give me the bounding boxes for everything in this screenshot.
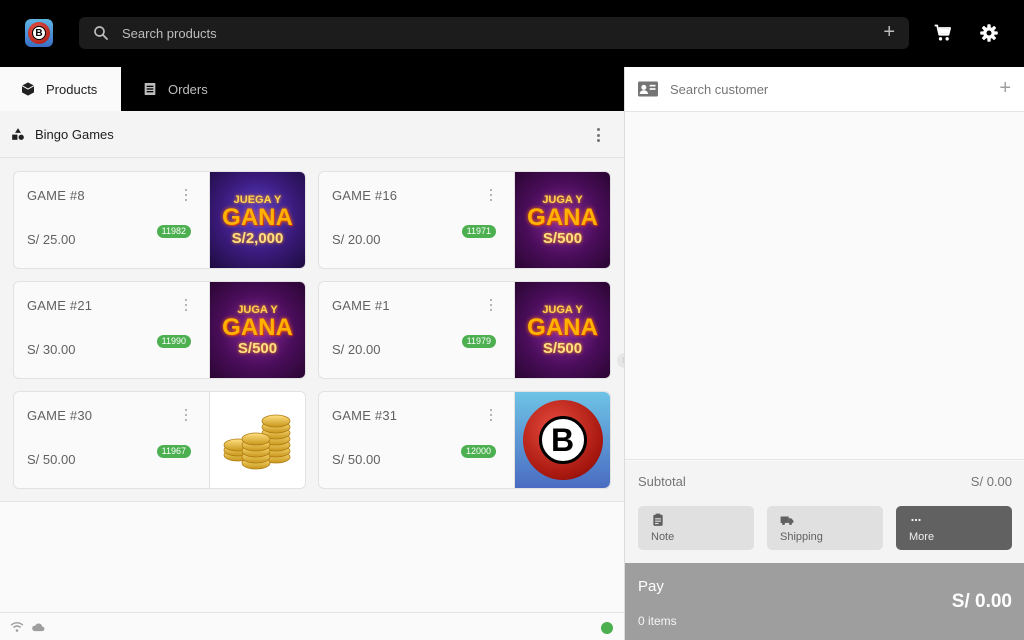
products-panel: Products Orders Bingo Games GAME #8 S/ 2… xyxy=(0,67,624,640)
product-image: B xyxy=(514,392,610,488)
product-card[interactable]: GAME #21 S/ 30.00 11990 JUGA Y GANA S/50… xyxy=(13,281,306,379)
note-label: Note xyxy=(651,531,675,543)
product-name: GAME #30 xyxy=(27,408,93,423)
subtotal-value: S/ 0.00 xyxy=(970,474,1012,489)
tab-bar: Products Orders xyxy=(0,67,624,111)
product-menu-button[interactable] xyxy=(489,189,493,201)
image-text-line3: S/500 xyxy=(542,229,583,247)
product-name: GAME #31 xyxy=(332,408,398,423)
category-header: Bingo Games xyxy=(0,111,624,158)
product-price: S/ 25.00 xyxy=(27,232,76,247)
subtotal-label: Subtotal xyxy=(638,474,686,489)
product-image xyxy=(209,392,305,488)
image-text-line3: S/500 xyxy=(237,339,278,357)
product-name: GAME #1 xyxy=(332,298,390,313)
product-card[interactable]: GAME #8 S/ 25.00 11982 JUEGA Y GANA S/2,… xyxy=(13,171,306,269)
cart-panel: Search customer + Subtotal S/ 0.00 Note … xyxy=(624,67,1024,640)
truck-icon xyxy=(780,516,794,525)
top-bar: B Search products + xyxy=(0,0,1024,67)
product-card[interactable]: GAME #16 S/ 20.00 11971 JUGA Y GANA S/50… xyxy=(318,171,611,269)
product-menu-button[interactable] xyxy=(184,299,188,311)
product-price: S/ 50.00 xyxy=(332,452,381,467)
more-label: More xyxy=(909,531,935,543)
product-menu-button[interactable] xyxy=(184,409,188,421)
product-card[interactable]: GAME #30 S/ 50.00 11967 xyxy=(13,391,306,489)
logo-letter: B xyxy=(32,26,46,40)
product-image: JUGA Y GANA S/500 xyxy=(209,282,305,378)
product-price: S/ 50.00 xyxy=(27,452,76,467)
wifi-icon xyxy=(10,622,24,632)
contact-card-icon xyxy=(638,81,658,97)
stock-badge: 12000 xyxy=(460,445,496,458)
pay-total: S/ 0.00 xyxy=(951,591,1012,612)
pay-button[interactable]: Pay 0 items S/ 0.00 xyxy=(625,563,1024,640)
product-card[interactable]: GAME #1 S/ 20.00 11979 JUGA Y GANA S/500 xyxy=(318,281,611,379)
more-button[interactable]: More xyxy=(896,506,1012,550)
product-menu-button[interactable] xyxy=(489,409,493,421)
stock-badge: 11990 xyxy=(156,335,191,348)
cart-items-list xyxy=(625,112,1024,460)
product-grid: GAME #8 S/ 25.00 11982 JUEGA Y GANA S/2,… xyxy=(0,158,624,502)
image-text-line3: S/500 xyxy=(542,339,583,357)
shipping-label: Shipping xyxy=(780,531,823,543)
tab-products-label: Products xyxy=(46,81,98,97)
shapes-icon xyxy=(12,128,24,140)
box-icon xyxy=(21,82,35,96)
stock-badge: 11971 xyxy=(461,225,496,238)
category-menu-button[interactable] xyxy=(592,126,604,144)
order-summary: Subtotal S/ 0.00 Note Shipping More xyxy=(625,461,1024,563)
stock-badge: 11967 xyxy=(156,445,191,458)
more-icon xyxy=(911,518,921,522)
search-icon xyxy=(94,26,108,40)
product-image: JUGA Y GANA S/500 xyxy=(514,282,610,378)
product-image: JUGA Y GANA S/500 xyxy=(514,172,610,268)
product-name: GAME #16 xyxy=(332,188,398,203)
product-card[interactable]: GAME #31 S/ 50.00 12000 B xyxy=(318,391,611,489)
stock-badge: 11979 xyxy=(461,335,496,348)
category-title: Bingo Games xyxy=(35,127,114,142)
bingo-ball-icon: B xyxy=(28,22,50,44)
gold-coins-icon xyxy=(223,414,290,470)
customer-search-bar[interactable]: Search customer + xyxy=(625,67,1024,112)
tab-orders[interactable]: Orders xyxy=(121,67,241,111)
shipping-button[interactable]: Shipping xyxy=(767,506,883,550)
pos-app: B Search products + Products Orders Bing… xyxy=(0,0,1024,640)
product-menu-button[interactable] xyxy=(489,299,493,311)
add-product-button[interactable]: + xyxy=(883,21,895,43)
online-status-indicator xyxy=(601,622,613,634)
gear-icon[interactable] xyxy=(979,23,999,43)
customer-search-input[interactable]: Search customer xyxy=(670,82,768,97)
product-search-bar[interactable]: Search products + xyxy=(79,17,909,49)
note-button[interactable]: Note xyxy=(638,506,754,550)
tab-orders-label: Orders xyxy=(168,81,208,97)
clipboard-icon xyxy=(653,513,663,526)
product-name: GAME #21 xyxy=(27,298,93,313)
cloud-icon xyxy=(32,623,45,632)
product-name: GAME #8 xyxy=(27,188,85,203)
stock-badge: 11982 xyxy=(156,225,191,238)
bingo-ball-icon: B xyxy=(522,400,603,480)
product-menu-button[interactable] xyxy=(184,189,188,201)
app-logo[interactable]: B xyxy=(25,19,53,47)
add-customer-button[interactable]: + xyxy=(999,77,1011,100)
tab-products[interactable]: Products xyxy=(0,67,121,111)
product-image: JUEGA Y GANA S/2,000 xyxy=(209,172,305,268)
item-count: 0 items xyxy=(638,614,677,628)
image-text-line2: GANA xyxy=(527,313,598,341)
cart-icon[interactable] xyxy=(933,23,953,43)
bingo-letter: B xyxy=(538,416,587,464)
image-text-line2: GANA xyxy=(527,203,598,231)
product-price: S/ 20.00 xyxy=(332,232,381,247)
search-input[interactable]: Search products xyxy=(122,26,217,41)
product-price: S/ 20.00 xyxy=(332,342,381,357)
product-price: S/ 30.00 xyxy=(27,342,76,357)
image-text-line2: GANA xyxy=(222,203,293,231)
image-text-line3: S/2,000 xyxy=(231,229,284,247)
pay-label: Pay xyxy=(638,578,664,595)
status-bar xyxy=(0,612,624,640)
image-text-line2: GANA xyxy=(222,313,293,341)
receipt-icon xyxy=(144,83,156,95)
